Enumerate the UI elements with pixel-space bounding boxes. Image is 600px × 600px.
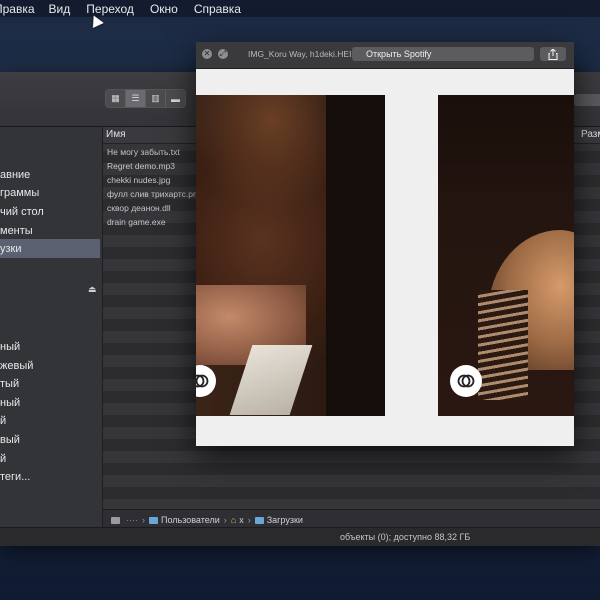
column-view-icon[interactable]: ▥ bbox=[146, 90, 166, 107]
folder-icon bbox=[254, 516, 264, 524]
file-row[interactable]: Regret demo.mp3 bbox=[107, 161, 175, 171]
path-dots[interactable]: ···· bbox=[126, 515, 138, 525]
path-users[interactable]: Пользователи bbox=[161, 515, 220, 525]
file-row[interactable]: сквор деанон.dll bbox=[107, 203, 171, 213]
live-photo-icon[interactable] bbox=[450, 365, 482, 397]
gallery-view-icon[interactable]: ▬ bbox=[166, 90, 185, 107]
share-icon[interactable] bbox=[540, 47, 566, 61]
file-row[interactable]: drain game.exe bbox=[107, 217, 166, 227]
home-icon: ⌂ bbox=[230, 515, 237, 525]
menubar: Правка Вид Переход Окно Справка bbox=[0, 0, 600, 17]
search-field[interactable] bbox=[574, 94, 600, 106]
menu-edit[interactable]: Правка bbox=[0, 2, 35, 16]
sidebar-item-desktop[interactable]: чий стол bbox=[0, 206, 44, 218]
sidebar-tag-5[interactable]: й bbox=[0, 415, 6, 427]
menu-help[interactable]: Справка bbox=[194, 2, 241, 16]
sidebar-item-documents[interactable]: менты bbox=[0, 225, 33, 237]
path-downloads[interactable]: Загрузки bbox=[267, 515, 303, 525]
sidebar-item-recents[interactable]: авние bbox=[0, 169, 30, 181]
open-with-button[interactable]: Открыть Spotify bbox=[352, 47, 534, 61]
eject-icon[interactable]: ⏏ bbox=[88, 284, 97, 295]
quick-look-filename: IMG_Koru Way, h1deki.HEIC bbox=[248, 49, 358, 59]
file-row[interactable]: Не могу забыть.txt bbox=[107, 147, 180, 157]
file-row[interactable]: фулл слив трихартс.png bbox=[107, 189, 202, 199]
sidebar-tag-3[interactable]: тый bbox=[0, 378, 19, 390]
column-name-header[interactable]: Имя bbox=[106, 129, 125, 140]
menu-window[interactable]: Окно bbox=[150, 2, 178, 16]
list-view-icon[interactable]: ☰ bbox=[126, 90, 146, 107]
quick-look-window: ✕ ⤢ IMG_Koru Way, h1deki.HEIC Открыть Sp… bbox=[196, 42, 574, 446]
file-row[interactable]: chekki nudes.jpg bbox=[107, 175, 170, 185]
chevron-right-icon: › bbox=[223, 515, 227, 525]
close-icon[interactable]: ✕ bbox=[202, 49, 212, 59]
status-text: объекты (0); доступно 88,32 ГБ bbox=[340, 532, 471, 542]
live-photo-right bbox=[438, 95, 574, 416]
fullscreen-icon[interactable]: ⤢ bbox=[218, 49, 228, 59]
status-bar: объекты (0); доступно 88,32 ГБ bbox=[0, 527, 600, 546]
menu-view[interactable]: Вид bbox=[49, 2, 71, 16]
sidebar-tag-7[interactable]: й bbox=[0, 453, 6, 465]
sidebar: авние граммы чий стол менты узки ⏏ ный ж… bbox=[0, 127, 103, 545]
sidebar-all-tags[interactable]: теги... bbox=[0, 471, 30, 483]
sidebar-item-downloads[interactable]: узки bbox=[0, 243, 22, 255]
live-photo-icon[interactable] bbox=[196, 365, 216, 397]
sidebar-tag-4[interactable]: ный bbox=[0, 397, 20, 409]
view-mode-switch: ▦ ☰ ▥ ▬ bbox=[105, 89, 186, 108]
path-home[interactable]: x bbox=[239, 515, 244, 525]
column-size-header[interactable]: Разм bbox=[581, 129, 600, 140]
folder-icon bbox=[149, 516, 158, 524]
sidebar-tag-1[interactable]: ный bbox=[0, 341, 20, 353]
sidebar-tag-6[interactable]: вый bbox=[0, 434, 20, 446]
menu-go[interactable]: Переход bbox=[86, 2, 134, 16]
live-photo-left bbox=[196, 95, 385, 416]
chevron-right-icon: › bbox=[247, 515, 251, 525]
sidebar-tag-2[interactable]: жевый bbox=[0, 360, 33, 372]
chevron-right-icon: › bbox=[142, 515, 145, 525]
sidebar-item-applications[interactable]: граммы bbox=[0, 187, 39, 199]
icon-view-icon[interactable]: ▦ bbox=[106, 90, 126, 107]
quick-look-titlebar: ✕ ⤢ IMG_Koru Way, h1deki.HEIC Открыть Sp… bbox=[196, 42, 574, 69]
disk-icon[interactable] bbox=[111, 516, 120, 524]
